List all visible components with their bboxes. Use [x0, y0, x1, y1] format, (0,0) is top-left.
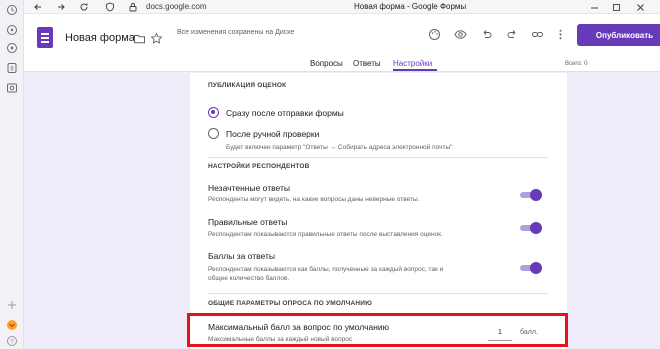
svg-text:8: 8	[10, 67, 14, 73]
forward-icon[interactable]	[55, 1, 67, 13]
palette-icon[interactable]	[427, 27, 441, 41]
maximize-icon[interactable]	[610, 1, 622, 13]
history-icon[interactable]	[6, 4, 18, 16]
radio-manual-label[interactable]: После ручной проверки	[226, 129, 319, 139]
highlight-box	[187, 313, 568, 347]
back-icon[interactable]	[32, 1, 44, 13]
radio-manual[interactable]	[208, 128, 219, 139]
google-forms-logo-icon[interactable]	[37, 27, 53, 48]
star-icon[interactable]	[149, 31, 163, 45]
preview-eye-icon[interactable]	[453, 27, 467, 41]
radio-immediately-label[interactable]: Сразу после отправки формы	[226, 108, 344, 118]
respondent-section-heading: НАСТРОЙКИ РЕСПОНДЕНТОВ	[208, 163, 310, 170]
shield-icon[interactable]	[104, 1, 116, 13]
tab-settings[interactable]: Настройки	[393, 59, 432, 68]
help-icon[interactable]: ?	[6, 335, 18, 347]
window-title: Новая форма - Google Формы	[354, 2, 467, 11]
forms-header: Новая форма Все изменения сохранены на Д…	[24, 14, 660, 72]
point-values-toggle[interactable]	[520, 262, 542, 274]
refresh-icon[interactable]	[78, 1, 90, 13]
extension-icon[interactable]	[6, 319, 18, 331]
point-values-desc-line1: Респондентам показываются как баллы, пол…	[208, 266, 444, 273]
screenshot-icon[interactable]	[6, 82, 18, 94]
folder-icon[interactable]	[132, 31, 146, 45]
add-icon[interactable]	[6, 299, 18, 311]
tab-questions[interactable]: Вопросы	[310, 59, 343, 68]
redo-icon[interactable]	[505, 27, 519, 41]
browser-sidebar: 8 ?	[0, 0, 24, 349]
close-icon[interactable]	[634, 1, 646, 13]
total-points: Всего: 0	[565, 61, 588, 67]
settings-card: ПУБЛИКАЦИЯ ОЦЕНОК Сразу после отправки ф…	[190, 73, 567, 349]
radio-manual-hint: Будет включен параметр "Ответы → Собират…	[226, 144, 453, 151]
correct-answers-title: Правильные ответы	[208, 217, 288, 227]
minimize-icon[interactable]	[588, 1, 600, 13]
point-values-title: Баллы за ответы	[208, 251, 275, 261]
radio-immediately[interactable]	[208, 107, 219, 118]
correct-answers-desc: Респондентам показываются правильные отв…	[208, 231, 443, 238]
lock-icon[interactable]	[127, 1, 139, 13]
save-status: Все изменения сохранены на Диске	[177, 29, 295, 36]
browser-toolbar: docs.google.com Новая форма - Google Фор…	[24, 0, 660, 14]
messenger-icon[interactable]	[6, 24, 18, 36]
missed-answers-toggle[interactable]	[520, 189, 542, 201]
point-values-desc-line2: общее количество баллов.	[208, 275, 290, 282]
address-bar[interactable]: docs.google.com	[146, 2, 206, 11]
missed-answers-desc: Респонденты могут видеть, на какие вопро…	[208, 196, 420, 203]
play-icon[interactable]	[6, 42, 18, 54]
svg-text:?: ?	[10, 339, 14, 345]
correct-answers-toggle[interactable]	[520, 222, 542, 234]
undo-icon[interactable]	[479, 27, 493, 41]
defaults-section-heading: ОБЩИЕ ПАРАМЕТРЫ ОПРОСА ПО УМОЛЧАНИЮ	[208, 300, 373, 307]
missed-answers-title: Незачтенные ответы	[208, 183, 290, 193]
more-vert-icon[interactable]	[553, 27, 567, 41]
divider	[208, 157, 548, 158]
active-tab-indicator	[393, 69, 437, 71]
publish-button[interactable]: Опубликовать	[577, 24, 660, 46]
form-title[interactable]: Новая форма	[65, 32, 135, 44]
grading-section-heading: ПУБЛИКАЦИЯ ОЦЕНОК	[208, 82, 287, 89]
divider	[208, 293, 548, 294]
tab-responses[interactable]: Ответы	[353, 59, 381, 68]
link-icon[interactable]	[530, 27, 544, 41]
bookmark-icon[interactable]: 8	[6, 62, 18, 74]
